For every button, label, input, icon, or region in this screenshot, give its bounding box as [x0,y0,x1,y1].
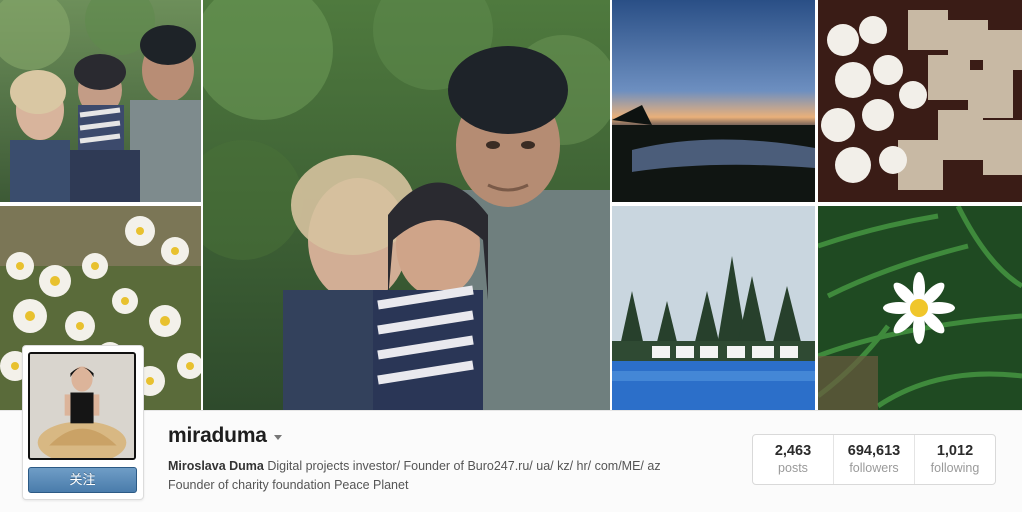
stat-following-value: 1,012 [936,443,974,459]
avatar[interactable] [28,352,136,460]
follow-button[interactable]: 关注 [28,467,137,493]
photo-group-selfie-image [0,0,201,202]
stat-followers[interactable]: 694,613 followers [834,435,915,484]
profile-bio: Miroslava Duma Digital projects investor… [168,457,738,495]
photo-pool-image [612,206,815,410]
photo-fern-daisy[interactable] [818,206,1022,410]
photo-featured-selfie[interactable] [203,0,610,410]
full-name: Miroslava Duma [168,459,264,473]
stat-posts[interactable]: 2,463 posts [753,435,834,484]
stat-posts-value: 2,463 [774,443,812,459]
stat-posts-label: posts [778,461,808,475]
photo-sunset-river[interactable] [612,0,815,202]
bio-line-2: Founder of charity foundation Peace Plan… [168,478,409,492]
photo-pool[interactable] [612,206,815,410]
stat-following-label: following [930,461,980,475]
profile-page: 关注 miraduma Miroslava Duma Digital proje… [0,0,1022,512]
stat-followers-value: 694,613 [847,443,901,459]
avatar-card: 关注 [22,345,144,500]
photo-featured-selfie-image [203,0,610,410]
photo-group-selfie[interactable] [0,0,201,202]
stat-followers-label: followers [849,461,899,475]
username[interactable]: miraduma [168,424,267,448]
photo-gift-bags[interactable] [818,0,1022,202]
username-row: miraduma [168,423,282,449]
stat-following[interactable]: 1,012 following [915,435,995,484]
photo-fern-daisy-image [818,206,1022,410]
bio-line-1: Digital projects investor/ Founder of Bu… [267,459,661,473]
profile-stats: 2,463 posts 694,613 followers 1,012 foll… [752,434,996,485]
caret-down-icon[interactable] [273,434,282,440]
avatar-image [30,354,134,458]
photo-sunset-river-image [612,0,815,202]
photo-gift-bags-image [818,0,1022,202]
photo-mosaic [0,0,1022,410]
